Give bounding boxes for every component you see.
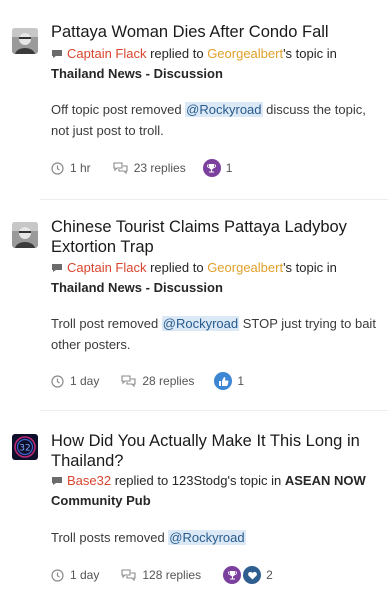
topic-title-link[interactable]: Pattaya Woman Dies After Condo Fall: [51, 22, 381, 42]
snippet-text: Troll posts removed: [51, 530, 169, 545]
heart-icon: [243, 566, 262, 584]
replies-text: 128 replies: [142, 568, 202, 582]
topic-owner-link[interactable]: Georgealbert: [207, 46, 283, 61]
divider: [40, 199, 388, 200]
forum-link[interactable]: Community Pub: [51, 493, 151, 508]
post-meta: 1 day 28 replies 1: [51, 372, 244, 390]
mention-link[interactable]: @Rockyroad: [185, 102, 263, 117]
avatar[interactable]: 32: [12, 434, 38, 460]
mention-link[interactable]: @Rockyroad: [161, 316, 240, 331]
clock-icon: [51, 374, 64, 388]
avatar[interactable]: [12, 28, 38, 54]
replies-stat[interactable]: 23 replies: [113, 159, 186, 177]
comment-icon: [52, 477, 62, 485]
snippet-text: Off topic post removed: [51, 102, 186, 117]
forum-link[interactable]: Thailand News - Discussion: [51, 280, 223, 295]
reaction-count: 1: [237, 374, 245, 388]
activity-byline: Captain Flack replied to Georgealbert's …: [51, 44, 381, 84]
forum-link[interactable]: Thailand News - Discussion: [51, 66, 223, 81]
reaction-count: 1: [225, 161, 233, 175]
replies-stat[interactable]: 28 replies: [121, 372, 194, 390]
reactions[interactable]: 1: [214, 372, 244, 390]
reaction-count: 2: [266, 568, 273, 582]
replies-text: 23 replies: [133, 161, 186, 175]
divider: [40, 410, 388, 411]
replies-text: 28 replies: [142, 374, 195, 388]
time-stat: 1 day: [51, 566, 99, 584]
clock-icon: [51, 161, 64, 175]
trophy-icon: [223, 566, 242, 584]
author-link[interactable]: Base32: [67, 473, 111, 488]
author-link[interactable]: Captain Flack: [67, 260, 146, 275]
comment-icon: [52, 50, 62, 58]
post-snippet: Troll posts removed @Rockyroad: [51, 527, 381, 548]
trophy-icon: [202, 159, 221, 177]
comments-icon: [113, 161, 128, 174]
reactions[interactable]: 2: [223, 566, 273, 584]
comment-icon: [52, 264, 62, 272]
activity-feed: Pattaya Woman Dies After Condo Fall Capt…: [0, 0, 388, 600]
post-snippet: Off topic post removed @Rockyroad discus…: [51, 99, 381, 141]
activity-byline: Base32 replied to 123Stodg's topic in AS…: [51, 471, 381, 511]
snippet-text: Troll post removed: [51, 316, 162, 331]
time-text: 1 day: [70, 374, 100, 388]
topic-title-link[interactable]: How Did You Actually Make It This Long i…: [51, 431, 381, 471]
author-link[interactable]: Captain Flack: [67, 46, 146, 61]
byline-text: replied to 123Stodg's topic in: [111, 473, 285, 488]
comments-icon: [121, 568, 136, 581]
byline-text: replied to: [146, 260, 208, 275]
time-stat: 1 hr: [51, 159, 91, 177]
mention-link[interactable]: @Rockyroad: [168, 530, 246, 545]
time-text: 1 hr: [70, 161, 91, 175]
activity-byline: Captain Flack replied to Georgealbert's …: [51, 258, 381, 298]
byline-text: 's topic in: [283, 260, 337, 275]
topic-title-link[interactable]: Chinese Tourist Claims Pattaya Ladyboy E…: [51, 217, 381, 257]
reactions[interactable]: 1: [202, 159, 233, 177]
clock-icon: [51, 568, 64, 582]
post-meta: 1 hr 23 replies 1: [51, 159, 232, 177]
post-snippet: Troll post removed @Rockyroad STOP just …: [51, 313, 381, 355]
avatar[interactable]: [12, 222, 38, 248]
time-text: 1 day: [70, 568, 100, 582]
time-stat: 1 day: [51, 372, 99, 390]
replies-stat[interactable]: 128 replies: [121, 566, 201, 584]
forum-link[interactable]: ASEAN NOW: [285, 473, 366, 488]
byline-text: replied to: [146, 46, 208, 61]
comments-icon: [121, 374, 136, 387]
topic-owner-link[interactable]: Georgealbert: [207, 260, 283, 275]
thumbs-up-icon: [214, 372, 233, 390]
byline-text: 's topic in: [283, 46, 337, 61]
svg-text:32: 32: [19, 444, 30, 454]
post-meta: 1 day 128 replies 2: [51, 566, 273, 584]
